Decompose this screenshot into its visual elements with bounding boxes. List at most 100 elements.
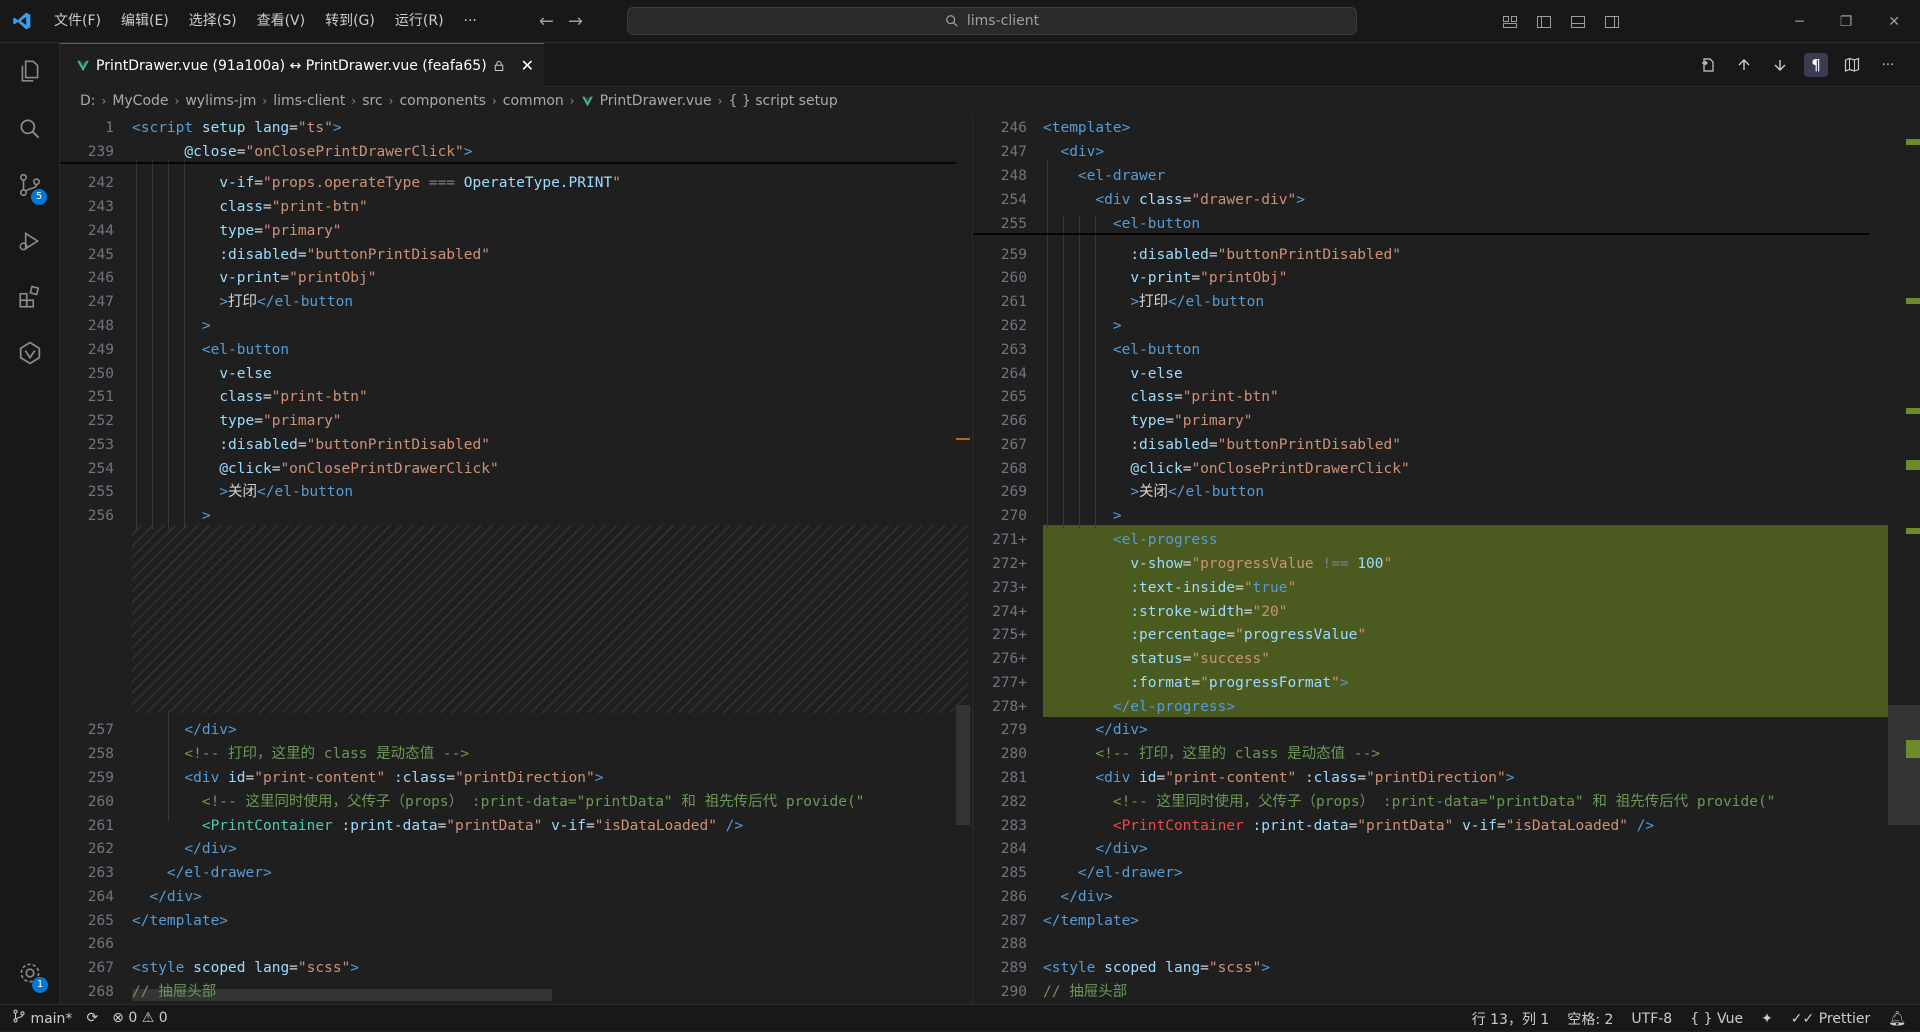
menu-selection[interactable]: 选择(S) bbox=[179, 0, 247, 43]
code-line[interactable]: 270 > bbox=[973, 505, 1920, 529]
code-line[interactable]: 276+ status="success" bbox=[973, 648, 1920, 672]
code-line[interactable]: 249 <el-button bbox=[60, 339, 972, 363]
code-line[interactable]: 268 // 抽屉头部 bbox=[60, 981, 972, 1004]
code-line[interactable]: 246 v-print="printObj" bbox=[60, 267, 972, 291]
problems-status[interactable]: ⊗ 0 ⚠ 0 bbox=[112, 1010, 168, 1026]
breadcrumb-item[interactable]: D: bbox=[80, 93, 96, 109]
menu-go[interactable]: 转到(G) bbox=[315, 0, 385, 43]
code-line[interactable]: 262 > bbox=[973, 315, 1920, 339]
code-line[interactable]: 256 > bbox=[60, 505, 972, 529]
breadcrumb-item[interactable]: wylims-jm bbox=[185, 93, 256, 109]
prettier-status[interactable]: ✓✓ Prettier bbox=[1791, 1011, 1870, 1027]
encoding[interactable]: UTF-8 bbox=[1631, 1011, 1672, 1027]
code-line[interactable]: 272+ v-show="progressValue !== 100" bbox=[973, 553, 1920, 577]
code-line[interactable]: 244 type="primary" bbox=[60, 220, 972, 244]
code-line[interactable]: 290 // 抽屉头部 bbox=[973, 981, 1920, 1004]
code-line[interactable]: 245 :disabled="buttonPrintDisabled" bbox=[60, 244, 972, 268]
code-line[interactable]: 269 >关闭</el-button bbox=[973, 481, 1920, 505]
next-change-icon[interactable] bbox=[1768, 53, 1792, 77]
code-line[interactable]: 260 v-print="printObj" bbox=[973, 267, 1920, 291]
code-line[interactable]: 259 :disabled="buttonPrintDisabled" bbox=[973, 244, 1920, 268]
code-line[interactable]: 247 >打印</el-button bbox=[60, 291, 972, 315]
menu-more-icon[interactable]: ··· bbox=[454, 13, 487, 29]
code-line[interactable]: 252 type="primary" bbox=[60, 410, 972, 434]
code-line[interactable]: 260 <!-- 这里同时使用，父传子（props） :print-data="… bbox=[60, 791, 972, 815]
code-line[interactable]: 280 <!-- 打印，这里的 class 是动态值 --> bbox=[973, 743, 1920, 767]
diff-editor-original[interactable]: 1 <script setup lang="ts"> 239 @close="onC… bbox=[60, 115, 972, 1004]
run-debug-icon[interactable] bbox=[0, 217, 60, 265]
code-line[interactable]: 266 bbox=[60, 933, 972, 957]
tab-diff-printdrawer[interactable]: PrintDrawer.vue (91a100a) ↔ PrintDrawer.… bbox=[60, 43, 544, 87]
code-line[interactable]: 277+ :format="progressFormat"> bbox=[973, 672, 1920, 696]
code-line[interactable]: 250 v-else bbox=[60, 363, 972, 387]
breadcrumb-file[interactable]: PrintDrawer.vue bbox=[600, 93, 712, 109]
search-sidebar-icon[interactable] bbox=[0, 105, 60, 153]
menu-edit[interactable]: 编辑(E) bbox=[111, 0, 179, 43]
extensions-icon[interactable] bbox=[0, 273, 60, 321]
code-line[interactable]: 1 <script setup lang="ts"> bbox=[60, 117, 972, 141]
code-line[interactable]: 264 </div> bbox=[60, 886, 972, 910]
toggle-primary-sidebar-icon[interactable] bbox=[1536, 14, 1552, 30]
code-line[interactable]: 265 </template> bbox=[60, 910, 972, 934]
source-control-icon[interactable]: 5 bbox=[0, 161, 60, 209]
restore-icon[interactable]: ❐ bbox=[1840, 14, 1853, 30]
code-line[interactable]: 261 <PrintContainer :print-data="printDa… bbox=[60, 815, 972, 839]
breadcrumb-symbol[interactable]: { } script setup bbox=[728, 93, 837, 109]
code-line[interactable]: 263 </el-drawer> bbox=[60, 862, 972, 886]
notifications-bell-icon[interactable]: 🔔︎ bbox=[1888, 1011, 1906, 1027]
code-line[interactable]: 255 <el-button bbox=[973, 213, 1920, 237]
close-tab-icon[interactable]: ✕ bbox=[521, 56, 534, 75]
minimize-icon[interactable]: ─ bbox=[1795, 14, 1803, 30]
inline-view-icon[interactable] bbox=[1840, 53, 1864, 77]
code-line[interactable]: 262 </div> bbox=[60, 838, 972, 862]
code-line[interactable]: 247 <div> bbox=[973, 141, 1920, 165]
code-line[interactable]: 246 <template> bbox=[973, 117, 1920, 141]
code-line[interactable]: 255 >关闭</el-button bbox=[60, 481, 972, 505]
breadcrumb-item[interactable]: common bbox=[503, 93, 564, 109]
code-line[interactable]: 271+ <el-progress bbox=[973, 529, 1920, 553]
settings-gear-icon[interactable]: 1 bbox=[0, 949, 60, 997]
code-line[interactable]: 273+ :text-inside="true" bbox=[973, 577, 1920, 601]
code-line[interactable]: 274+ :stroke-width="20" bbox=[973, 601, 1920, 625]
back-arrow-icon[interactable]: ← bbox=[539, 11, 554, 32]
code-line[interactable]: 254 <div class="drawer-div"> bbox=[973, 189, 1920, 213]
menu-file[interactable]: 文件(F) bbox=[44, 0, 111, 43]
code-line[interactable]: 239 @close="onClosePrintDrawerClick"> bbox=[60, 141, 972, 165]
code-line[interactable]: 268 @click="onClosePrintDrawerClick" bbox=[973, 458, 1920, 482]
code-line[interactable]: 254 @click="onClosePrintDrawerClick" bbox=[60, 458, 972, 482]
copilot-status-icon[interactable]: ✦ bbox=[1761, 1011, 1773, 1027]
diff-editor-modified[interactable]: 246 <template> 247 <div> 248 <el-drawer 254 … bbox=[973, 115, 1920, 1004]
code-line[interactable]: 289 <style scoped lang="scss"> bbox=[973, 957, 1920, 981]
code-line[interactable]: 248 <el-drawer bbox=[973, 165, 1920, 189]
code-line[interactable]: 288 bbox=[973, 933, 1920, 957]
code-line[interactable]: 257 </div> bbox=[60, 719, 972, 743]
code-line[interactable]: 259 <div id="print-content" :class="prin… bbox=[60, 767, 972, 791]
code-line[interactable]: 251 class="print-btn" bbox=[60, 386, 972, 410]
code-line[interactable]: 258 <!-- 打印，这里的 class 是动态值 --> bbox=[60, 743, 972, 767]
code-line[interactable]: 281 <div id="print-content" :class="prin… bbox=[973, 767, 1920, 791]
sync-icon[interactable]: ⟳ bbox=[86, 1010, 98, 1026]
menu-run[interactable]: 运行(R) bbox=[385, 0, 454, 43]
code-line[interactable]: 275+ :percentage="progressValue" bbox=[973, 624, 1920, 648]
forward-arrow-icon[interactable]: → bbox=[568, 11, 583, 32]
toggle-panel-icon[interactable] bbox=[1570, 14, 1586, 30]
code-line[interactable]: 243 class="print-btn" bbox=[60, 196, 972, 220]
code-line[interactable]: 267 :disabled="buttonPrintDisabled" bbox=[973, 434, 1920, 458]
code-line[interactable]: 285 </el-drawer> bbox=[973, 862, 1920, 886]
toggle-whitespace-icon[interactable]: ¶ bbox=[1804, 53, 1828, 77]
code-line[interactable]: 266 type="primary" bbox=[973, 410, 1920, 434]
explorer-icon[interactable] bbox=[0, 47, 60, 95]
code-line[interactable]: 279 </div> bbox=[973, 719, 1920, 743]
code-line[interactable]: 284 </div> bbox=[973, 838, 1920, 862]
code-line[interactable]: 264 v-else bbox=[973, 363, 1920, 387]
language-mode[interactable]: { } Vue bbox=[1690, 1011, 1743, 1027]
copilot-icon[interactable] bbox=[0, 329, 60, 377]
code-line[interactable]: 265 class="print-btn" bbox=[973, 386, 1920, 410]
code-line[interactable]: 267 <style scoped lang="scss"> bbox=[60, 957, 972, 981]
code-line[interactable]: 287 </template> bbox=[973, 910, 1920, 934]
previous-change-icon[interactable] bbox=[1732, 53, 1756, 77]
cursor-position[interactable]: 行 13，列 1 bbox=[1472, 1009, 1550, 1029]
command-center-search[interactable]: lims-client bbox=[627, 7, 1357, 35]
branch-status[interactable]: main* bbox=[12, 1009, 72, 1027]
indentation[interactable]: 空格: 2 bbox=[1567, 1009, 1613, 1029]
